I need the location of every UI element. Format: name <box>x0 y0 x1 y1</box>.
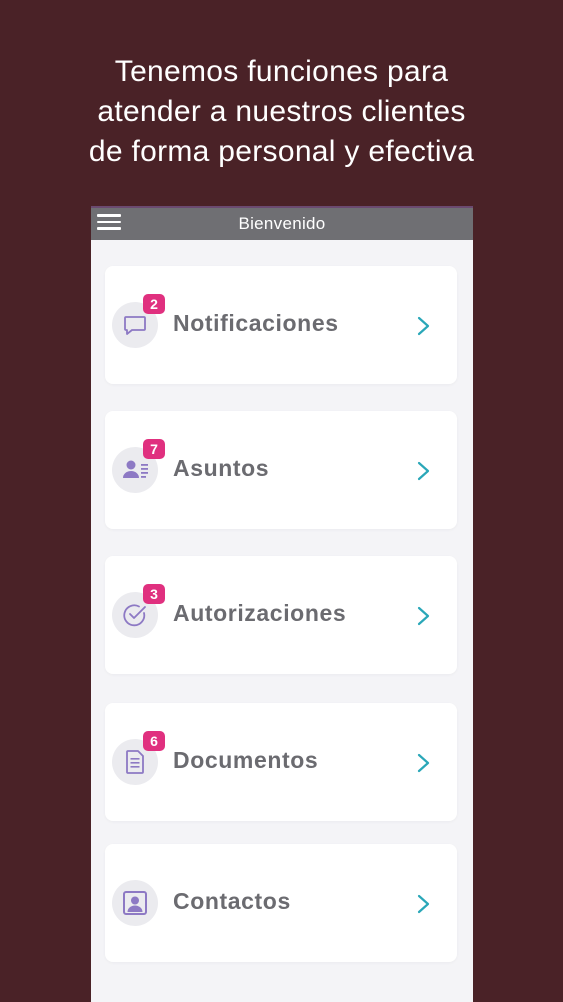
chevron-right-icon <box>417 461 430 481</box>
chevron-right-icon <box>417 606 430 626</box>
chevron-right-icon <box>417 753 430 773</box>
notification-badge: 2 <box>143 294 165 314</box>
menu-card-documentos[interactable]: 6 Documentos <box>105 703 457 821</box>
headline-line-1: Tenemos funciones para <box>114 55 449 88</box>
menu-card-contactos[interactable]: Contactos <box>105 844 457 962</box>
promo-headline: Tenemos funciones para atender a nuestro… <box>0 52 563 172</box>
card-label: Documentos <box>173 747 319 773</box>
notification-badge: 7 <box>143 439 165 459</box>
menu-card-asuntos[interactable]: 7 Asuntos <box>105 411 457 529</box>
headline-line-2: atender a nuestros clientes <box>97 95 466 128</box>
card-label: Notificaciones <box>173 310 339 336</box>
card-label: Contactos <box>173 888 291 914</box>
notification-badge: 6 <box>143 731 165 751</box>
card-label: Autorizaciones <box>173 600 347 626</box>
menu-card-notificaciones[interactable]: 2 Notificaciones <box>105 266 457 384</box>
card-label: Asuntos <box>173 455 270 481</box>
menu-list: 2 Notificaciones 7 Asuntos 3 Autorizacio… <box>91 240 473 1002</box>
notification-badge: 3 <box>143 584 165 604</box>
app-bar-title: Bienvenido <box>238 214 326 233</box>
chevron-right-icon <box>417 316 430 336</box>
menu-card-autorizaciones[interactable]: 3 Autorizaciones <box>105 556 457 674</box>
headline-line-3: de forma personal y efectiva <box>88 135 475 168</box>
chevron-right-icon <box>417 894 430 914</box>
phone-screen: Bienvenido 2 Notificaciones 7 Asuntos 3 … <box>91 206 473 1002</box>
app-bar: Bienvenido <box>91 208 473 240</box>
user-portrait-icon <box>112 880 158 926</box>
